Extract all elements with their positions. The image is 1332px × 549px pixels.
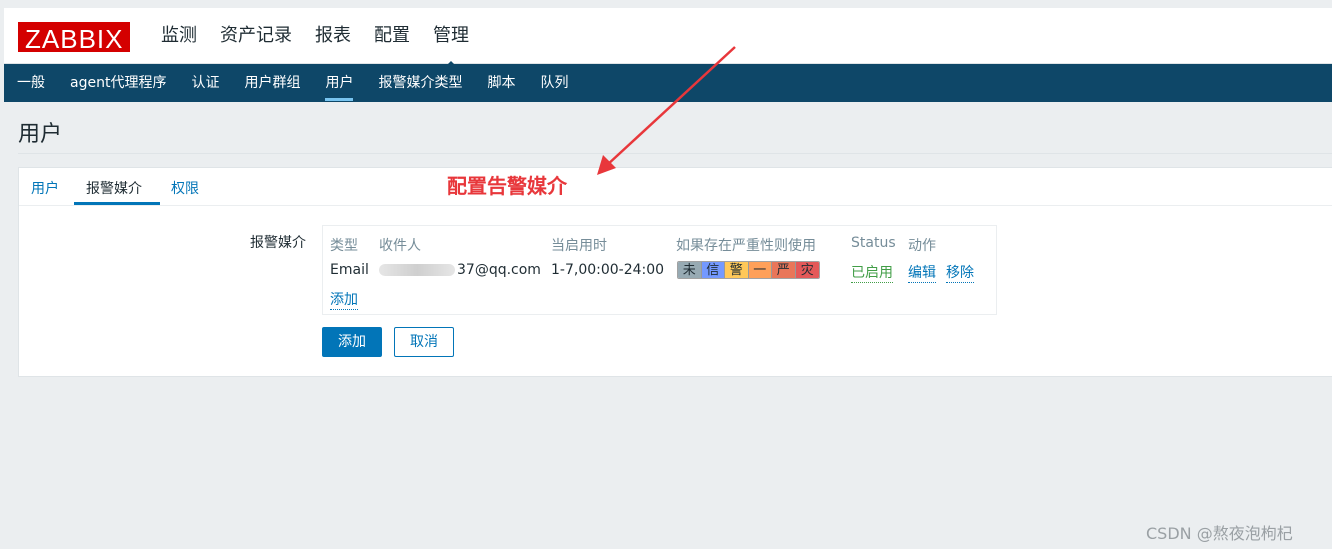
media-edit-link[interactable]: 编辑 [908,262,936,283]
cancel-button[interactable]: 取消 [394,327,454,357]
add-media-link[interactable]: 添加 [330,289,358,310]
page-title: 用户 [18,122,63,147]
tab-permissions[interactable]: 权限 [171,178,199,198]
media-remove-link[interactable]: 移除 [946,262,974,283]
active-tab-indicator [74,202,160,205]
annotation-text: 配置告警媒介 [447,174,567,198]
severity-information: 信 [701,262,725,278]
column-header-when-active: 当启用时 [551,238,607,254]
top-header: ZABBIX 监测 资产记录 报表 配置 管理 [4,8,1332,68]
submenu-item-general[interactable]: 一般 [17,64,45,102]
media-table: 类型 收件人 当启用时 如果存在严重性则使用 Status 动作 Email 3… [322,225,997,315]
severity-warning: 警 [725,262,749,278]
column-header-status: Status [851,235,896,251]
submenu-item-proxies[interactable]: agent代理程序 [70,64,166,102]
menu-item-configuration[interactable]: 配置 [374,24,410,48]
redacted-blur [379,264,455,276]
media-when-active-cell: 1-7,00:00-24:00 [551,262,665,278]
submenu-item-scripts[interactable]: 脚本 [487,64,515,102]
tab-bar: 用户 报警媒介 权限 [19,168,1332,206]
submenu-item-user-groups[interactable]: 用户群组 [244,64,300,102]
column-header-type: 类型 [330,238,358,254]
severity-indicator: 未 信 警 一 严 灾 [677,261,820,279]
menu-item-monitoring[interactable]: 监测 [161,24,197,48]
recipient-visible-text: 37@qq.com [457,262,541,278]
submenu-item-authentication[interactable]: 认证 [191,64,219,102]
sub-menu: 一般 agent代理程序 认证 用户群组 用户 报警媒介类型 脚本 队列 [4,64,1332,102]
severity-disaster: 灾 [795,262,819,278]
add-button[interactable]: 添加 [322,327,382,357]
submenu-item-users[interactable]: 用户 [325,64,354,102]
menu-item-reports[interactable]: 报表 [315,24,351,48]
menu-item-administration[interactable]: 管理 [433,24,469,68]
submenu-item-media-types[interactable]: 报警媒介类型 [378,64,462,102]
tab-user[interactable]: 用户 [31,178,59,198]
column-header-recipient: 收件人 [379,238,421,254]
severity-average: 一 [748,262,772,278]
media-recipient-cell: 37@qq.com [379,262,541,278]
zabbix-logo[interactable]: ZABBIX [18,22,131,54]
main-menu: 监测 资产记录 报表 配置 管理 [161,24,492,68]
tab-media[interactable]: 报警媒介 [86,178,142,198]
column-header-actions: 动作 [908,238,936,254]
csdn-watermark: CSDN @熬夜泡枸杞 [1146,524,1293,543]
title-divider [18,153,1332,154]
submenu-item-queue[interactable]: 队列 [540,64,568,102]
severity-high: 严 [772,262,796,278]
column-header-severity: 如果存在严重性则使用 [676,238,816,254]
media-field-label: 报警媒介 [250,235,306,251]
severity-not-classified: 未 [678,262,702,278]
menu-item-inventory[interactable]: 资产记录 [220,24,292,48]
media-type-cell: Email [330,262,369,278]
media-status-toggle[interactable]: 已启用 [851,262,893,283]
